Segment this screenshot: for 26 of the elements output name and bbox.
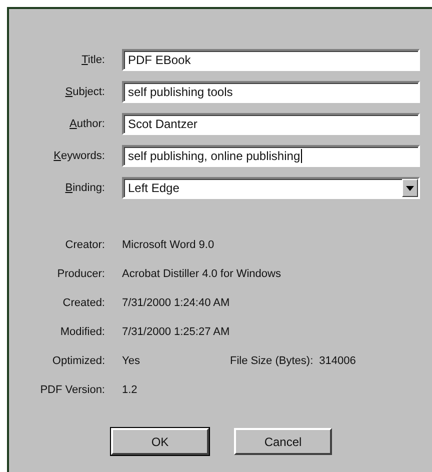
ok-button[interactable]: OK	[111, 428, 209, 455]
info-value: Acrobat Distiller 4.0 for Windows	[122, 267, 281, 282]
info-value: Microsoft Word 9.0	[122, 238, 214, 253]
field-label: Binding:	[65, 181, 105, 195]
field-label: Author:	[70, 117, 105, 131]
info-value: 7/31/2000 1:24:40 AM	[122, 296, 230, 311]
input-field[interactable]: self publishing tools	[122, 81, 420, 103]
info-label: Created:	[62, 296, 105, 310]
info-label: File Size (Bytes):	[230, 354, 314, 369]
info-value: 7/31/2000 1:25:27 AM	[122, 325, 230, 340]
input-field[interactable]: Scot Dantzer	[122, 113, 420, 135]
info-label: Optimized:	[51, 354, 105, 368]
cancel-button[interactable]: Cancel	[234, 428, 332, 455]
info-value: Yes	[122, 354, 141, 369]
info-label: Modified:	[59, 325, 105, 339]
info-label: PDF Version:	[39, 383, 105, 397]
binding-dropdown[interactable]: Left Edge	[122, 177, 420, 199]
info-value: 1.2	[122, 383, 138, 398]
info-label: Creator:	[64, 238, 105, 252]
info-label: Producer:	[56, 267, 105, 281]
field-label: Title:	[82, 53, 105, 67]
input-field[interactable]: PDF EBook	[122, 49, 420, 71]
field-label: Subject:	[65, 85, 105, 99]
info-value: 314006	[319, 354, 356, 369]
input-field[interactable]: self publishing, online publishing	[122, 145, 420, 167]
field-label: Keywords:	[54, 149, 105, 163]
